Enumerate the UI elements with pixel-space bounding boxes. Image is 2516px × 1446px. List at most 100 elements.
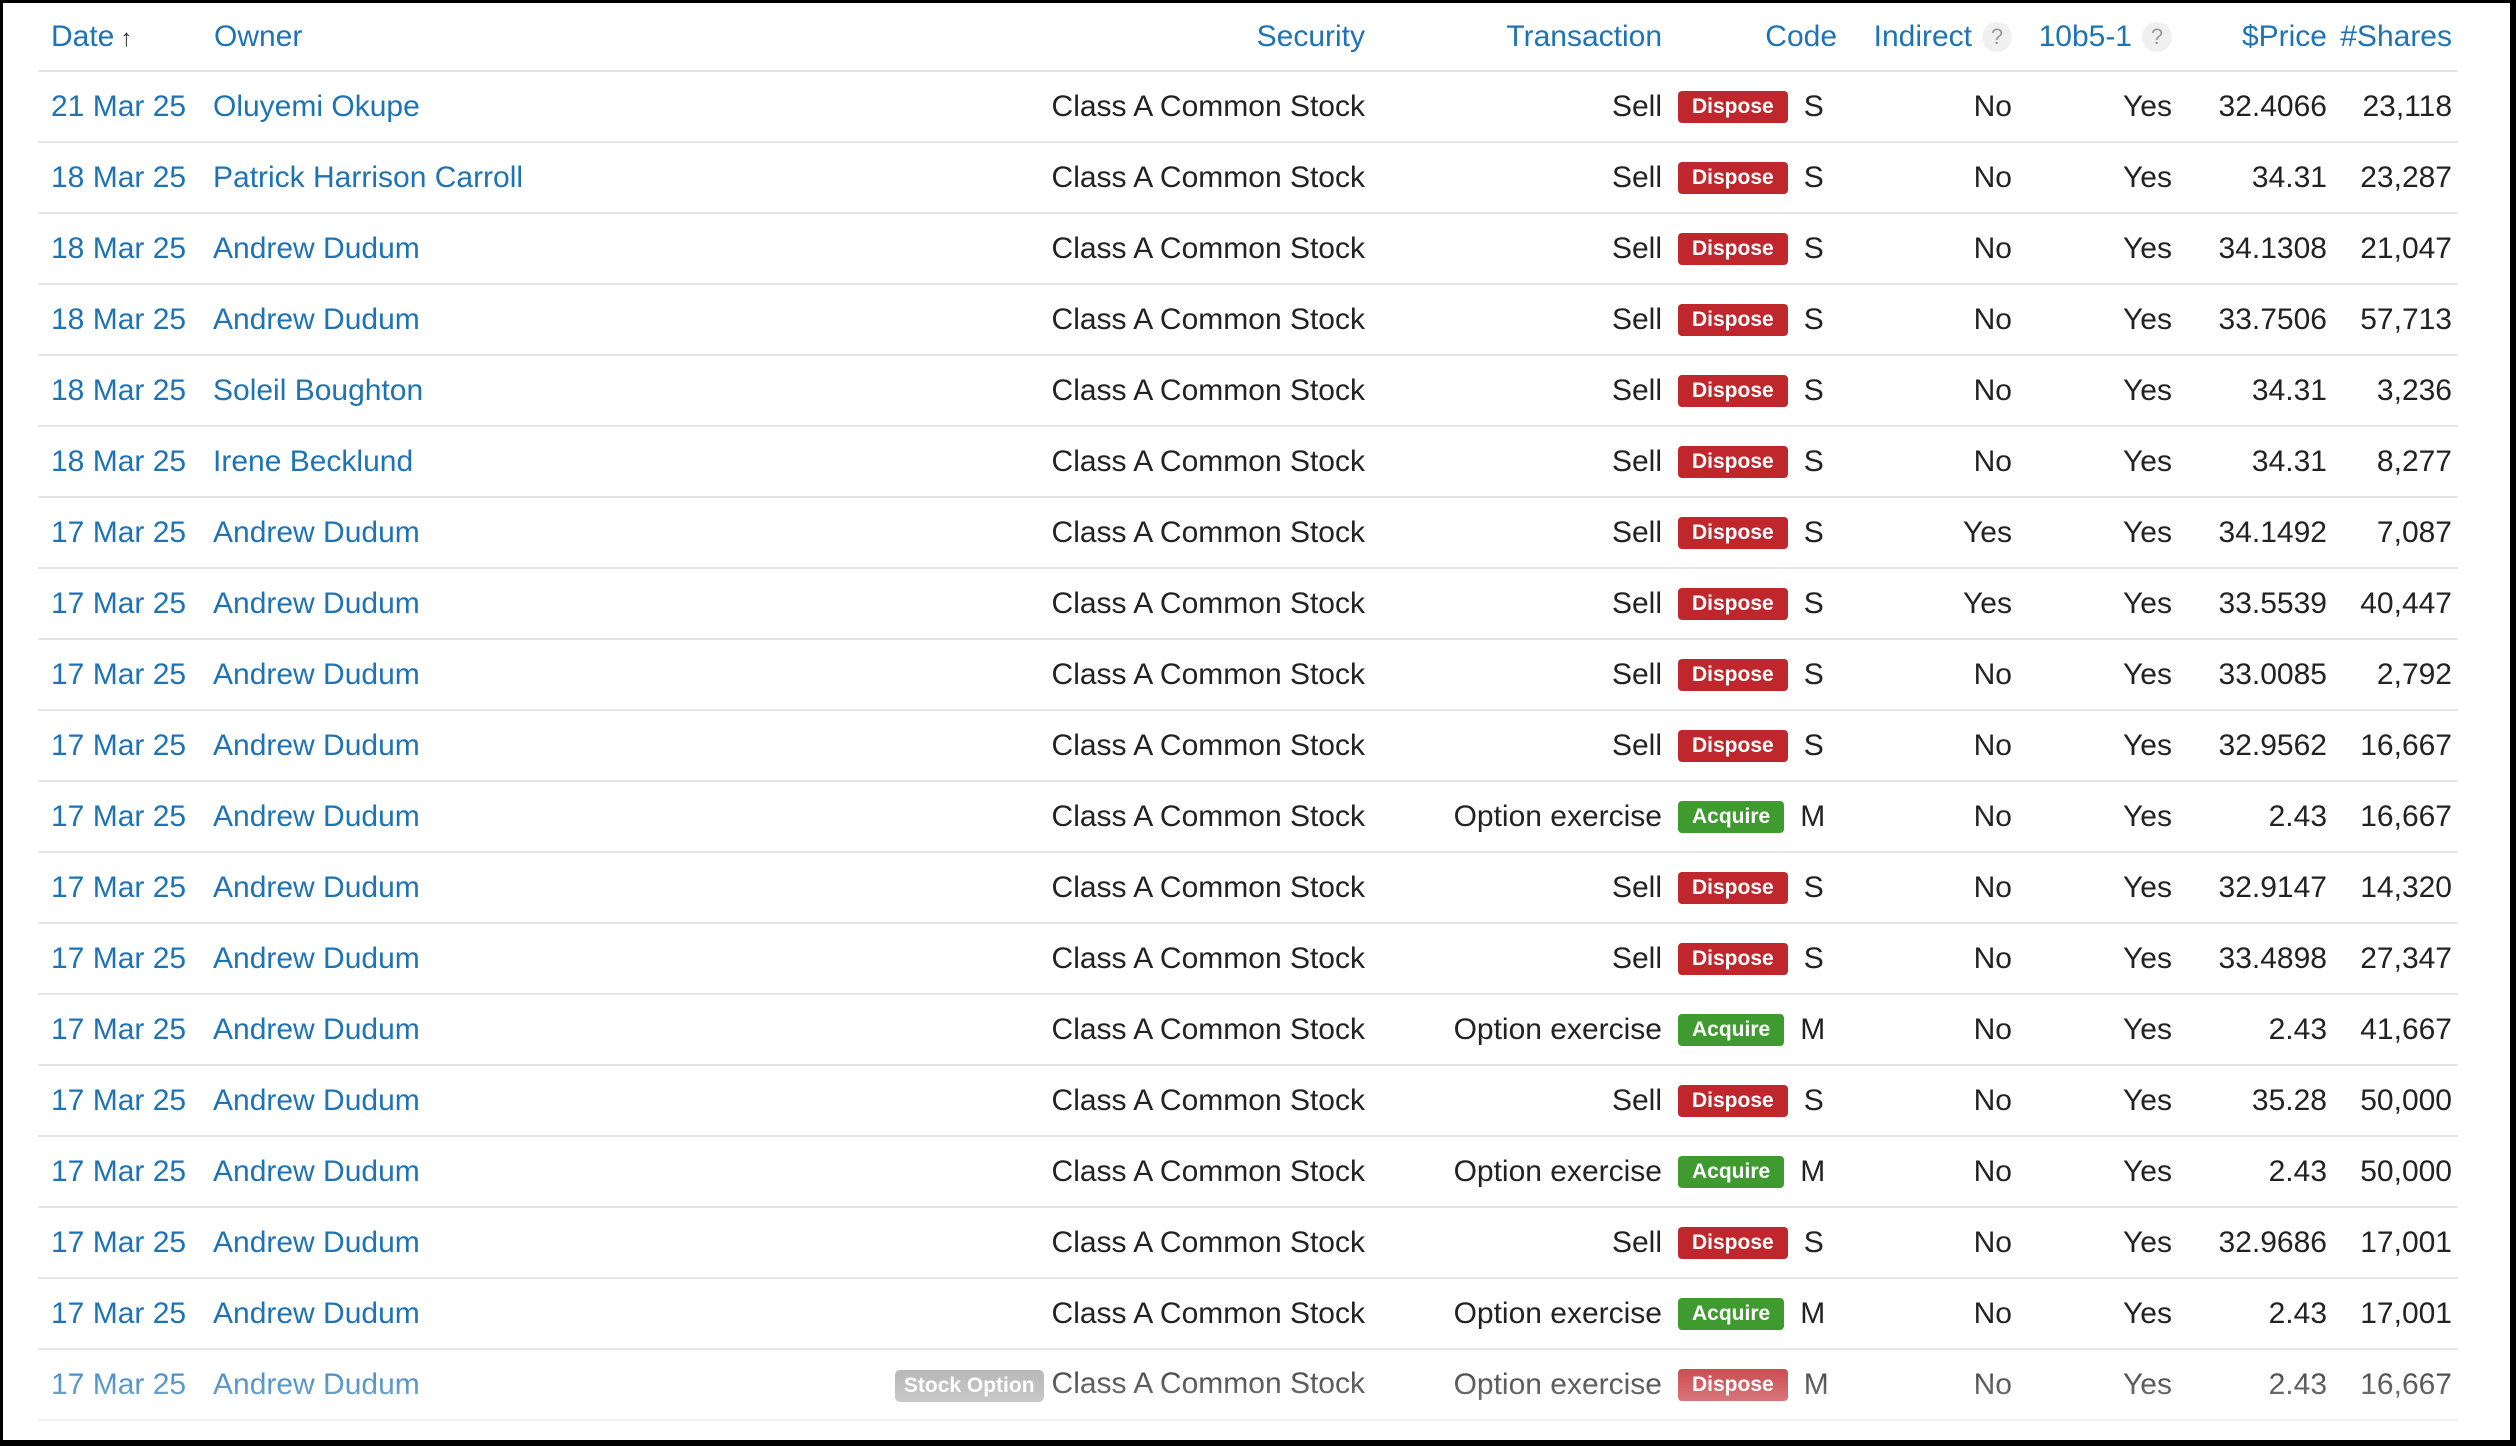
table-row: 17 Mar 25 Andrew Dudum Stock Option Class A… [38,1349,2458,1421]
column-header-10b5-1-label: 10b5-1 [2038,19,2132,53]
column-header-indirect[interactable]: Indirect? [1843,3,2018,72]
row-owner-link[interactable]: Andrew Dudum [201,284,681,356]
row-date-link[interactable]: 17 Mar 25 [38,1207,201,1279]
row-shares: 50,000 [2333,1136,2458,1208]
help-icon[interactable]: ? [1982,21,2012,52]
row-security-cell: Class A Common Stock [681,852,1371,924]
row-date-link[interactable]: 18 Mar 25 [38,284,201,356]
row-security: Class A Common Stock [1051,728,1365,762]
transaction-type-badge: Dispose [1678,446,1788,479]
row-security-cell: Class A Common Stock [681,710,1371,782]
column-header-security[interactable]: Security [681,3,1371,72]
row-price: 32.9147 [2178,852,2333,924]
row-owner-link[interactable]: Andrew Dudum [201,497,681,569]
row-transaction: Sell [1371,213,1668,285]
row-indirect: No [1843,1278,2018,1350]
row-10b5-1: Yes [2018,710,2178,782]
row-price: 33.7506 [2178,284,2333,356]
row-code: M [1800,1155,1826,1189]
row-date-link[interactable]: 17 Mar 25 [38,639,201,711]
row-owner-link[interactable]: Andrew Dudum [201,923,681,995]
row-date-link[interactable]: 17 Mar 25 [38,1278,201,1350]
row-security-cell: Class A Common Stock [681,1136,1371,1208]
row-owner-link[interactable]: Andrew Dudum [201,1065,681,1137]
row-owner-link[interactable]: Andrew Dudum [201,1207,681,1279]
row-10b5-1: Yes [2018,284,2178,356]
row-owner-link[interactable]: Andrew Dudum [201,568,681,640]
row-price: 2.43 [2178,1349,2333,1421]
row-transaction: Option exercise [1371,1136,1668,1208]
row-shares: 40,447 [2333,568,2458,640]
row-owner-link[interactable]: Andrew Dudum [201,1349,681,1421]
row-10b5-1: Yes [2018,1207,2178,1279]
column-header-price[interactable]: $Price [2178,3,2333,72]
row-indirect: No [1843,284,2018,356]
row-date-link[interactable]: 17 Mar 25 [38,994,201,1066]
row-owner-link[interactable]: Andrew Dudum [201,994,681,1066]
column-header-date[interactable]: Date ↑ [38,3,201,72]
row-owner-link[interactable]: Andrew Dudum [201,710,681,782]
row-owner-link[interactable]: Andrew Dudum [201,852,681,924]
row-date-link[interactable]: 17 Mar 25 [38,710,201,782]
row-date-link[interactable]: 17 Mar 25 [38,781,201,853]
row-security: Class A Common Stock [1051,657,1365,691]
row-code-cell: Dispose S [1668,142,1843,214]
row-owner-link[interactable]: Oluyemi Okupe [201,71,681,143]
row-date-link[interactable]: 17 Mar 25 [38,568,201,640]
row-security-cell: Class A Common Stock [681,1207,1371,1279]
row-security-cell: Class A Common Stock [681,1065,1371,1137]
row-code: S [1803,303,1824,337]
row-shares: 57,713 [2333,284,2458,356]
row-10b5-1: Yes [2018,355,2178,427]
column-header-shares[interactable]: #Shares [2333,3,2458,72]
transaction-type-badge: Dispose [1678,659,1788,692]
row-date-link[interactable]: 18 Mar 25 [38,426,201,498]
row-date-link[interactable]: 17 Mar 25 [38,923,201,995]
row-date-link[interactable]: 17 Mar 25 [38,1065,201,1137]
row-date-link[interactable]: 17 Mar 25 [38,1136,201,1208]
row-date-link[interactable]: 18 Mar 25 [38,355,201,427]
row-date-link[interactable]: 17 Mar 25 [38,497,201,569]
row-date-link[interactable]: 21 Mar 25 [38,71,201,143]
row-owner-link[interactable]: Soleil Boughton [201,355,681,427]
column-header-code[interactable]: Code [1668,3,1843,72]
row-owner-link[interactable]: Andrew Dudum [201,639,681,711]
row-code-cell: Dispose S [1668,284,1843,356]
row-security: Class A Common Stock [1051,89,1365,123]
row-code: M [1800,1297,1826,1331]
row-transaction: Sell [1371,497,1668,569]
row-owner-link[interactable]: Andrew Dudum [201,213,681,285]
row-owner-link[interactable]: Patrick Harrison Carroll [201,142,681,214]
row-date-link[interactable]: 18 Mar 25 [38,213,201,285]
row-transaction: Sell [1371,710,1668,782]
row-owner-link[interactable]: Irene Becklund [201,426,681,498]
column-header-owner[interactable]: Owner [201,3,681,72]
row-10b5-1: Yes [2018,71,2178,143]
table-row: 18 Mar 25 Patrick Harrison Carroll Class A… [38,142,2458,214]
row-10b5-1: Yes [2018,1349,2178,1421]
row-code-cell: Acquire M [1668,1278,1843,1350]
row-date-link[interactable]: 17 Mar 25 [38,852,201,924]
table-row: 17 Mar 25 Andrew Dudum Class A Common Stoc… [38,1278,2458,1350]
row-security: Class A Common Stock [1051,1154,1365,1188]
transaction-type-badge: Acquire [1678,1014,1785,1047]
row-price: 2.43 [2178,994,2333,1066]
row-date-link[interactable]: 17 Mar 25 [38,1349,201,1421]
row-date-link[interactable]: 18 Mar 25 [38,142,201,214]
row-indirect: No [1843,923,2018,995]
row-owner-link[interactable]: Andrew Dudum [201,1278,681,1350]
column-header-transaction[interactable]: Transaction [1371,3,1668,72]
row-code: S [1803,374,1824,408]
row-indirect: No [1843,71,2018,143]
row-security-cell: Class A Common Stock [681,994,1371,1066]
row-price: 33.0085 [2178,639,2333,711]
row-10b5-1: Yes [2018,213,2178,285]
column-header-10b5-1[interactable]: 10b5-1? [2018,3,2178,72]
table-header-row: Date ↑ Owner Security Transaction Code In… [38,3,2458,72]
column-header-indirect-label: Indirect [1873,19,1972,53]
row-transaction: Sell [1371,355,1668,427]
row-owner-link[interactable]: Andrew Dudum [201,1136,681,1208]
help-icon[interactable]: ? [2142,21,2172,52]
row-owner-link[interactable]: Andrew Dudum [201,781,681,853]
transaction-type-badge: Acquire [1678,1156,1785,1189]
